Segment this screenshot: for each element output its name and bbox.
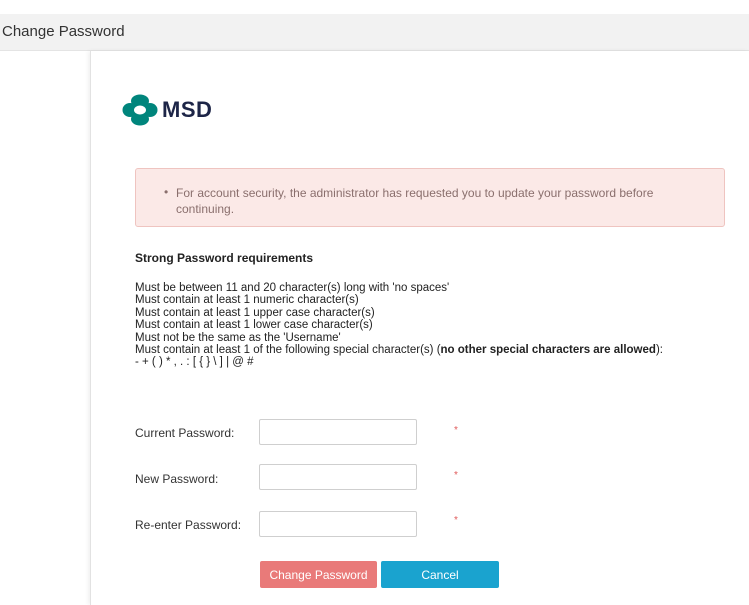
title-bar: Change Password xyxy=(0,14,749,51)
msd-logo-icon xyxy=(122,94,158,126)
alert-bullet: • xyxy=(164,185,169,199)
current-password-label: Current Password: xyxy=(135,426,235,440)
change-password-button[interactable]: Change Password xyxy=(260,561,377,588)
reenter-password-label: Re-enter Password: xyxy=(135,518,242,532)
requirement-item: Must be between 11 and 20 character(s) l… xyxy=(135,282,450,294)
reenter-password-field[interactable] xyxy=(259,511,417,537)
requirement-special: Must contain at least 1 of the following… xyxy=(135,344,735,356)
required-marker: * xyxy=(454,470,458,481)
current-password-field[interactable] xyxy=(259,419,417,445)
special-characters: - + ( ) * , . : [ { } \ ] | @ # xyxy=(135,356,254,369)
required-marker: * xyxy=(454,425,458,436)
brand-name: MSD xyxy=(162,97,213,122)
alert-message: For account security, the administrator … xyxy=(176,186,654,216)
special-prefix: Must contain at least 1 of the following… xyxy=(135,344,441,357)
security-alert: • For account security, the administrato… xyxy=(135,168,725,227)
new-password-field[interactable] xyxy=(259,464,417,490)
msd-logo: MSD xyxy=(122,94,212,126)
window-title: Change Password xyxy=(2,23,125,40)
required-marker: * xyxy=(454,515,458,526)
requirement-item: Must contain at least 1 numeric characte… xyxy=(135,294,359,307)
requirements-list: Must be between 11 and 20 character(s) l… xyxy=(135,282,735,369)
special-suffix: ): xyxy=(655,344,663,357)
requirement-item: Must contain at least 1 lower case chara… xyxy=(135,319,373,332)
requirement-item: Must contain at least 1 upper case chara… xyxy=(135,306,375,319)
special-bold-note: no other special characters are allowed xyxy=(440,344,656,357)
cancel-button[interactable]: Cancel xyxy=(381,561,499,588)
requirement-item: Must not be the same as the 'Username' xyxy=(135,331,341,344)
requirements-title: Strong Password requirements xyxy=(135,251,314,265)
new-password-label: New Password: xyxy=(135,472,219,486)
